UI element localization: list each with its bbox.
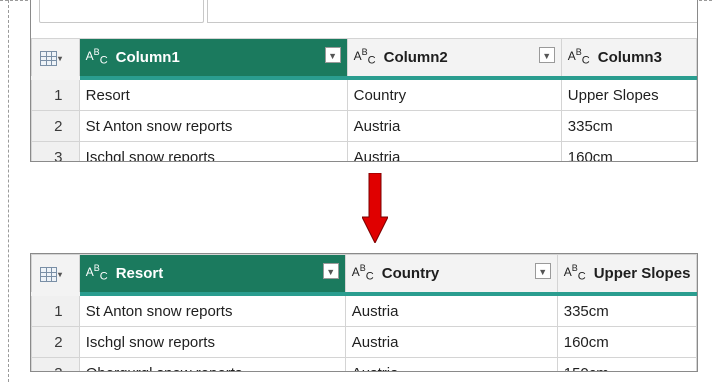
column-title: Resort [115, 265, 164, 282]
text-type-icon[interactable]: ABC [352, 264, 374, 282]
table-icon [40, 266, 57, 282]
table-cell[interactable]: 160cm [556, 326, 697, 358]
header-row: ▾ ABC Resort ▼ ABC Country ▼ ABC Upper S… [31, 254, 697, 296]
text-type-icon[interactable]: ABC [86, 264, 108, 282]
table-cell[interactable]: Austria [346, 110, 562, 142]
dashed-border-left [8, 0, 9, 382]
formula-bar[interactable] [207, 0, 697, 23]
table-row: 1 St Anton snow reports Austria 335cm [31, 293, 697, 327]
column-title: Column1 [115, 49, 180, 66]
row-number[interactable]: 3 [31, 141, 80, 161]
table-row: 3 Obergurgl snow reports Austria 150cm [31, 357, 697, 371]
column-header-1[interactable]: ABC Resort ▼ [78, 254, 346, 296]
before-table-panel: ▾ ABC Column1 ▼ ABC Column2 ▼ ABC Column… [30, 0, 698, 162]
table-cell[interactable]: Ischgl snow reports [78, 141, 348, 161]
table-cell[interactable]: 335cm [560, 110, 697, 142]
column-title: Column3 [597, 49, 662, 66]
table-cell[interactable]: Ischgl snow reports [78, 326, 346, 358]
table-icon [40, 50, 57, 66]
table-cell[interactable]: Resort [78, 77, 348, 111]
text-type-icon[interactable]: ABC [564, 264, 586, 282]
column-header-1[interactable]: ABC Column1 ▼ [78, 38, 348, 80]
column-header-3[interactable]: ABC Upper Slopes [556, 254, 697, 296]
row-number[interactable]: 3 [31, 357, 80, 371]
table-menu-button[interactable]: ▾ [31, 254, 80, 296]
table-cell[interactable]: 335cm [556, 293, 697, 327]
column-title: Country [381, 265, 440, 282]
caret-down-icon: ▾ [58, 269, 63, 279]
row-number[interactable]: 2 [31, 326, 80, 358]
query-tab[interactable] [39, 0, 204, 23]
table-cell[interactable]: Austria [344, 326, 558, 358]
down-arrow-icon [362, 173, 388, 243]
table-cell[interactable]: Austria [344, 293, 558, 327]
column-title: Upper Slopes [593, 265, 691, 282]
toolbar-strip [31, 0, 697, 38]
table-row: 2 Ischgl snow reports Austria 160cm [31, 326, 697, 358]
after-table-panel: ▾ ABC Resort ▼ ABC Country ▼ ABC Upper S… [30, 253, 698, 372]
column-filter-dropdown[interactable]: ▼ [538, 47, 555, 63]
column-filter-dropdown[interactable]: ▼ [324, 47, 341, 63]
column-header-2[interactable]: ABC Column2 ▼ [346, 38, 562, 80]
row-number[interactable]: 1 [31, 77, 80, 111]
table-row: 1 Resort Country Upper Slopes [31, 77, 697, 111]
table-menu-button[interactable]: ▾ [31, 38, 80, 80]
text-type-icon[interactable]: ABC [86, 48, 108, 66]
table-cell[interactable]: St Anton snow reports [78, 110, 348, 142]
column-header-3[interactable]: ABC Column3 [560, 38, 697, 80]
header-row: ▾ ABC Column1 ▼ ABC Column2 ▼ ABC Column… [31, 38, 697, 80]
row-number[interactable]: 1 [31, 293, 80, 327]
table-cell[interactable]: 160cm [560, 141, 697, 161]
column-header-2[interactable]: ABC Country ▼ [344, 254, 558, 296]
row-number[interactable]: 2 [31, 110, 80, 142]
column-filter-dropdown[interactable]: ▼ [322, 263, 339, 279]
table-row: 3 Ischgl snow reports Austria 160cm [31, 141, 697, 161]
table-cell[interactable]: Austria [344, 357, 558, 371]
table-cell[interactable]: 150cm [556, 357, 697, 371]
text-type-icon[interactable]: ABC [354, 48, 376, 66]
table-cell[interactable]: St Anton snow reports [78, 293, 346, 327]
table-cell[interactable]: Obergurgl snow reports [78, 357, 346, 371]
table-row: 2 St Anton snow reports Austria 335cm [31, 110, 697, 142]
table-cell[interactable]: Upper Slopes [560, 77, 697, 111]
caret-down-icon: ▾ [58, 53, 63, 63]
table-cell[interactable]: Country [346, 77, 562, 111]
text-type-icon[interactable]: ABC [568, 48, 590, 66]
column-filter-dropdown[interactable]: ▼ [534, 263, 551, 279]
data-grid: ▾ ABC Column1 ▼ ABC Column2 ▼ ABC Column… [31, 38, 697, 161]
column-title: Column2 [383, 49, 448, 66]
data-grid: ▾ ABC Resort ▼ ABC Country ▼ ABC Upper S… [31, 254, 697, 371]
table-cell[interactable]: Austria [346, 141, 562, 161]
